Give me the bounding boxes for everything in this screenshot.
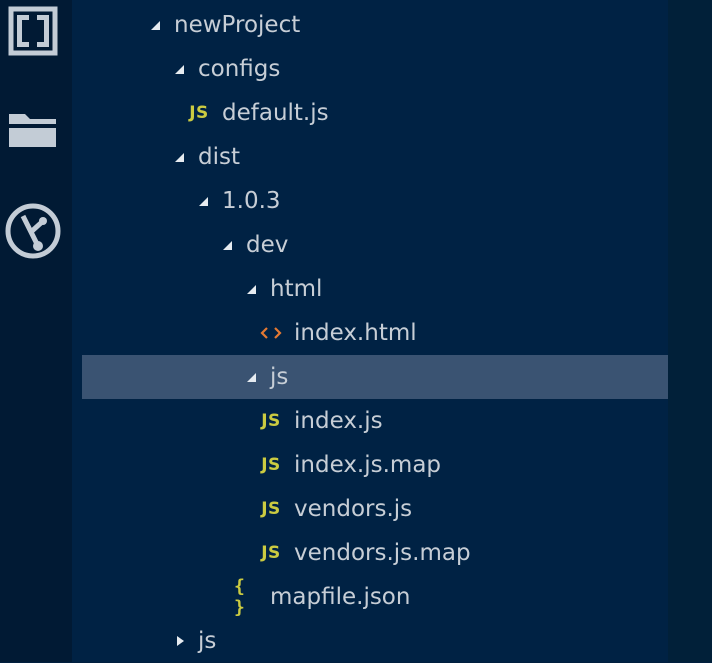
chevron-down-icon[interactable] — [172, 47, 188, 91]
js-file-icon: JS — [261, 411, 281, 431]
chevron-down-icon[interactable] — [148, 3, 164, 47]
folder-row[interactable]: dev — [82, 223, 668, 267]
file-row[interactable]: index.html — [82, 311, 668, 355]
js-file-icon: JS — [261, 455, 281, 475]
tree-item-label: html — [270, 276, 323, 302]
chevron-down-icon[interactable] — [196, 179, 212, 223]
tree-item-label: js — [198, 628, 217, 654]
js-file-icon: JS — [189, 103, 209, 123]
tree-item-label: default.js — [222, 100, 329, 126]
chevron-down-icon[interactable] — [244, 267, 260, 311]
html-file-icon — [258, 311, 284, 355]
brackets-logo-icon[interactable] — [4, 4, 62, 64]
tree-item-label: configs — [198, 56, 281, 82]
tree-item-label: vendors.js — [294, 496, 413, 522]
folder-icon[interactable] — [4, 104, 62, 164]
tree-item-label: index.html — [294, 320, 417, 346]
folder-row[interactable]: configs — [82, 47, 668, 91]
file-row[interactable]: JS default.js — [82, 91, 668, 135]
tree-item-label: index.js — [294, 408, 383, 434]
folder-row[interactable]: newProject — [82, 3, 668, 47]
activity-bar — [0, 0, 72, 662]
js-file-icon: JS — [261, 499, 281, 519]
chevron-down-icon[interactable] — [220, 223, 236, 267]
file-row[interactable]: JS index.js.map — [82, 443, 668, 487]
json-file-icon: { } — [234, 576, 245, 618]
folder-row[interactable]: dist — [82, 135, 668, 179]
tree-item-label: vendors.js.map — [294, 540, 471, 566]
chevron-down-icon[interactable] — [244, 355, 260, 399]
tree-item-label: 1.0.3 — [222, 188, 281, 214]
folder-row[interactable]: html — [82, 267, 668, 311]
tree-item-label: dev — [246, 232, 289, 258]
chevron-right-icon[interactable] — [172, 619, 188, 663]
tree-item-label: newProject — [174, 12, 301, 38]
folder-row[interactable]: js — [82, 619, 668, 663]
folder-row[interactable]: js — [82, 355, 668, 399]
tree-item-label: dist — [198, 144, 240, 170]
tree-item-label: mapfile.json — [270, 584, 411, 610]
file-row[interactable]: JS vendors.js — [82, 487, 668, 531]
file-row[interactable]: JS index.js — [82, 399, 668, 443]
editor-edge — [668, 0, 712, 662]
tree-item-label: js — [270, 364, 289, 390]
tree-item-label: index.js.map — [294, 452, 442, 478]
folder-row[interactable]: 1.0.3 — [82, 179, 668, 223]
file-row[interactable]: { } mapfile.json — [82, 575, 668, 619]
file-row[interactable]: JS vendors.js.map — [82, 531, 668, 575]
js-file-icon: JS — [261, 543, 281, 563]
chevron-down-icon[interactable] — [172, 135, 188, 179]
git-branch-icon[interactable] — [4, 200, 62, 260]
